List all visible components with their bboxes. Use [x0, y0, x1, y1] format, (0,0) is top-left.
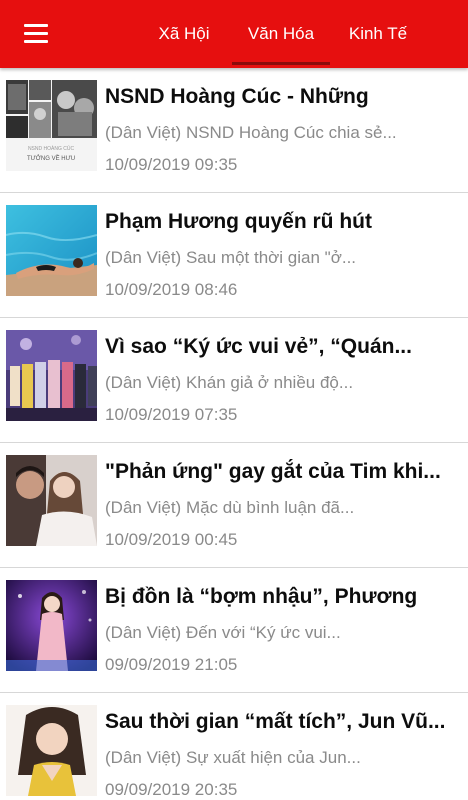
article-title: Vì sao “Ký ức vui vẻ”, “Quán...: [105, 335, 412, 358]
article-summary: (Dân Việt) Đến với “Ký ức vui...: [105, 623, 341, 642]
article-title: NSND Hoàng Cúc - Những: [105, 85, 369, 108]
article-summary: (Dân Việt) Sau một thời gian "ở...: [105, 248, 357, 267]
hamburger-menu-icon[interactable]: [18, 20, 54, 48]
article-thumbnail: [6, 705, 97, 796]
article-date: 10/09/2019 09:35: [105, 155, 238, 174]
list-item[interactable]: Bị đồn là “bợm nhậu”, Phương (Dân Việt) …: [0, 568, 468, 693]
article-summary: (Dân Việt) NSND Hoàng Cúc chia sẻ...: [105, 123, 397, 142]
article-thumbnail: [6, 455, 97, 546]
list-item[interactable]: Vì sao “Ký ức vui vẻ”, “Quán... (Dân Việ…: [0, 318, 468, 443]
tab-kinh-te[interactable]: Kinh Tế: [336, 0, 420, 64]
article-date: 09/09/2019 20:35: [105, 780, 238, 799]
article-list: NSND HOÀNG CÚC TƯỞNG VỀ HƯU NSND Hoàng C…: [0, 68, 468, 800]
article-summary: (Dân Việt) Sự xuất hiện của Jun...: [105, 748, 361, 767]
article-date: 09/09/2019 21:05: [105, 655, 238, 674]
article-date: 10/09/2019 00:45: [105, 530, 238, 549]
article-date: 10/09/2019 08:46: [105, 280, 238, 299]
tab-xa-hoi[interactable]: Xã Hội: [144, 0, 224, 64]
article-summary: (Dân Việt) Mặc dù bình luận đã...: [105, 498, 355, 517]
list-item[interactable]: "Phản ứng" gay gắt của Tim khi... (Dân V…: [0, 443, 468, 568]
article-thumbnail: [6, 205, 97, 296]
svg-text:NSND HOÀNG CÚC: NSND HOÀNG CÚC: [28, 145, 75, 152]
active-tab-indicator: [232, 62, 330, 65]
article-title: Bị đồn là “bợm nhậu”, Phương: [105, 585, 418, 608]
article-thumbnail: [6, 580, 97, 671]
list-item[interactable]: Sau thời gian “mất tích”, Jun Vũ... (Dân…: [0, 693, 468, 800]
list-item[interactable]: Phạm Hương quyến rũ hút (Dân Việt) Sau m…: [0, 193, 468, 318]
article-summary: (Dân Việt) Khán giả ở nhiều độ...: [105, 373, 354, 392]
thumb-caption: TƯỞNG VỀ HƯU: [27, 155, 75, 162]
tab-van-hoa[interactable]: Văn Hóa: [232, 0, 330, 64]
app-screen: Xã Hội Văn Hóa Kinh Tế NSND HOÀNG CÚC TƯ…: [0, 0, 468, 800]
list-item[interactable]: NSND HOÀNG CÚC TƯỞNG VỀ HƯU NSND Hoàng C…: [0, 68, 468, 193]
article-date: 10/09/2019 07:35: [105, 405, 238, 424]
article-title: Phạm Hương quyến rũ hút: [105, 210, 372, 233]
article-title: Sau thời gian “mất tích”, Jun Vũ...: [105, 710, 446, 733]
article-title: "Phản ứng" gay gắt của Tim khi...: [105, 460, 441, 483]
article-thumbnail: NSND HOÀNG CÚC TƯỞNG VỀ HƯU: [6, 80, 97, 171]
article-thumbnail: [6, 330, 97, 421]
top-app-bar: Xã Hội Văn Hóa Kinh Tế: [0, 0, 468, 68]
